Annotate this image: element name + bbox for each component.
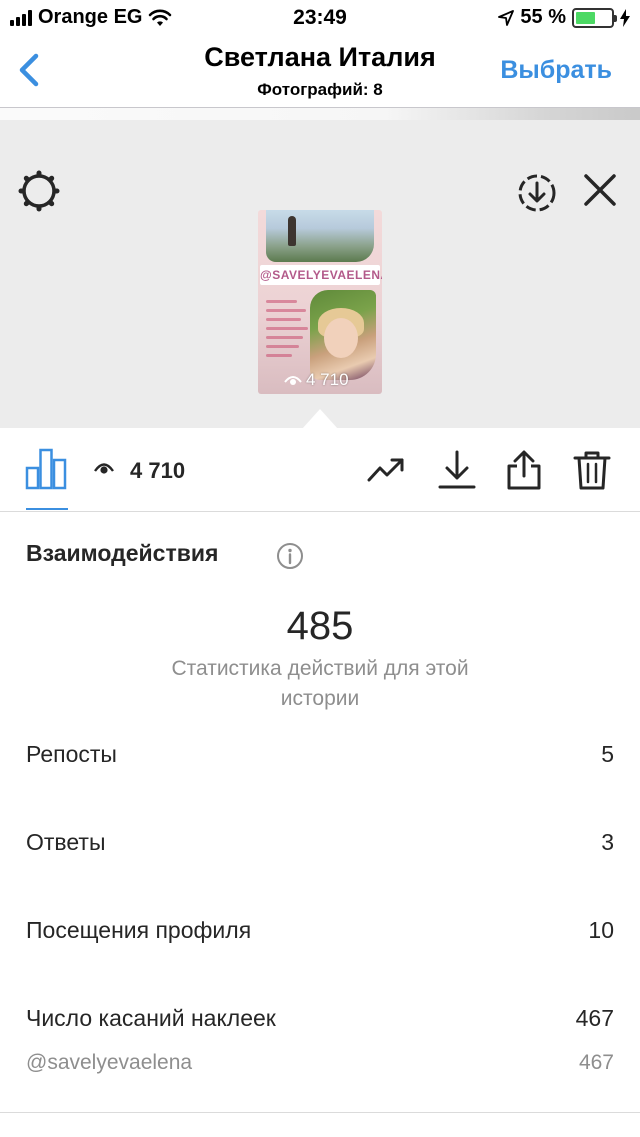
interactions-description: Статистика действий для этой истории [171,657,469,710]
active-tab-indicator [26,508,68,510]
interactions-total: 485 [286,604,354,648]
location-arrow-icon [498,9,515,26]
metric-value: 10 [588,917,614,943]
interactions-title: Взаимодействия [26,540,219,566]
metric-row-profile-visits: Посещения профиля 10 [26,917,614,944]
nav-bar: Светлана Италия Фотографий: 8 Выбрать [0,36,640,108]
charging-bolt-icon [620,8,630,27]
close-icon[interactable] [580,170,620,210]
sticker-label: @savelyevaelena [26,1051,193,1074]
trending-icon[interactable] [366,450,406,490]
story-views-overlay: 4 710 [284,370,349,390]
metric-label: Число касаний наклеек [26,1005,276,1031]
trash-icon[interactable] [572,450,612,490]
metric-row-sticker-taps: Число касаний наклеек 467 [26,1005,614,1032]
bar-chart-icon[interactable] [24,446,68,490]
battery-percent: 55 % [520,6,566,28]
story-text [266,300,310,363]
selection-pointer [302,409,338,429]
views-count: 4 710 [130,458,186,483]
status-bar: Orange EG 23:49 55 % [0,0,640,36]
battery-icon [572,7,617,28]
metric-row-reposts: Репосты 5 [26,741,614,768]
download-icon[interactable] [437,450,477,490]
metric-value: 3 [601,829,614,855]
save-story-icon[interactable] [514,170,560,216]
settings-gear-icon[interactable] [16,168,62,214]
metric-value: 5 [601,741,614,767]
landscape-photo [266,210,374,262]
nav-divider [0,108,640,120]
share-icon[interactable] [504,450,544,490]
story-thumbnail[interactable]: @SAVELYEVAELENA 4 710 [258,210,382,394]
eye-icon [284,376,302,385]
metric-label: Посещения профиля [26,917,252,943]
story-handle-sticker: @SAVELYEVAELENA [260,265,382,285]
status-right: 55 % [498,6,630,29]
info-icon[interactable] [276,542,304,570]
metric-label: Репосты [26,741,117,767]
metric-value: 467 [575,1005,614,1031]
sticker-row-handle: @savelyevaelena 467 [26,1051,614,1075]
eye-icon [94,463,114,474]
select-button[interactable]: Выбрать [500,56,612,85]
sticker-value: 467 [578,1051,614,1074]
story-preview-area: @SAVELYEVAELENA 4 710 [0,120,640,429]
metric-label: Ответы [26,829,106,855]
insights-toolbar: 4 710 [0,428,640,512]
bottom-divider [0,1112,640,1113]
metric-row-replies: Ответы 3 [26,829,614,856]
